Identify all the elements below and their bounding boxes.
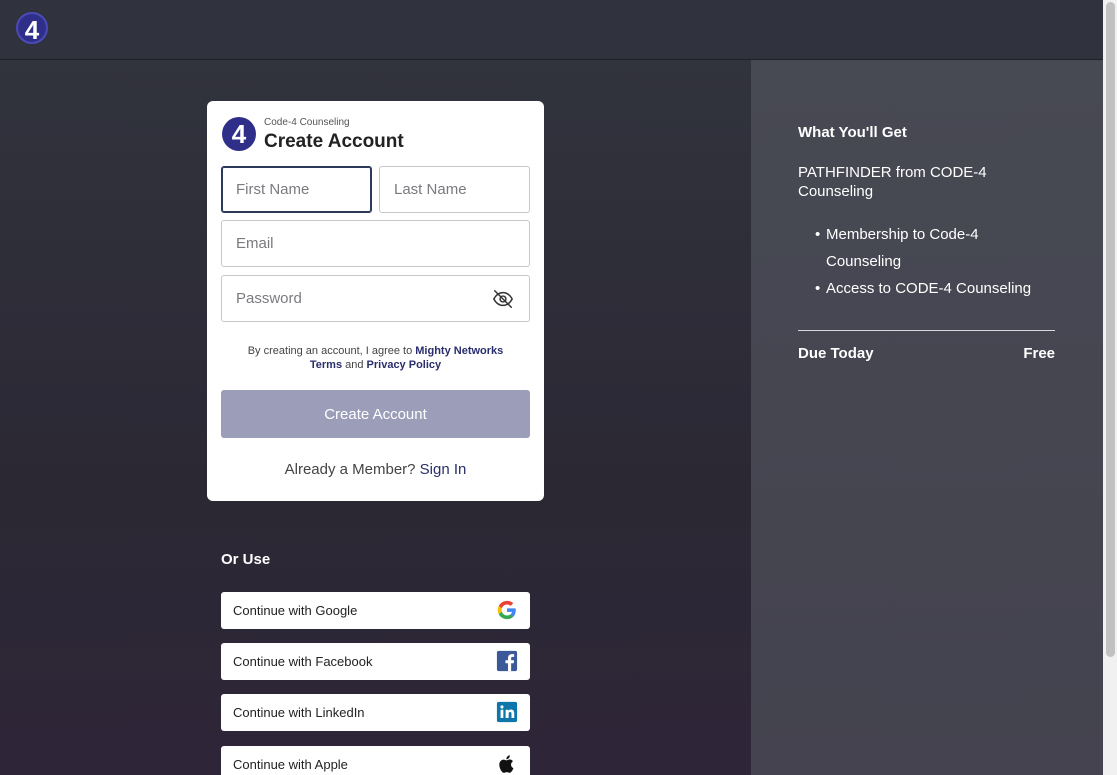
list-item: Membership to Code-4 Counseling	[815, 221, 1050, 275]
google-button-label: Continue with Google	[233, 603, 358, 618]
or-use-heading: Or Use	[221, 551, 271, 568]
top-bar: 4	[0, 0, 1103, 60]
terms-and: and	[342, 359, 367, 371]
sign-in-link[interactable]: Sign In	[420, 461, 467, 478]
facebook-button[interactable]: Continue with Facebook	[221, 643, 530, 680]
apple-icon	[499, 755, 514, 773]
member-prefix: Already a Member?	[284, 461, 420, 478]
benefits-list: Membership to Code-4 Counseling Access t…	[815, 221, 1050, 302]
terms-text: By creating an account, I agree to Might…	[237, 344, 514, 372]
brand-logo-icon[interactable]: 4	[16, 12, 48, 45]
last-name-input[interactable]	[379, 166, 530, 213]
community-name: Code-4 Counseling	[264, 117, 350, 128]
facebook-icon	[496, 650, 518, 672]
linkedin-button[interactable]: Continue with LinkedIn	[221, 694, 530, 731]
facebook-button-label: Continue with Facebook	[233, 654, 373, 669]
google-icon	[497, 600, 516, 620]
apple-button[interactable]: Continue with Apple	[221, 746, 530, 775]
product-name: PATHFINDER from CODE-4 Counseling	[798, 164, 987, 200]
eye-off-icon[interactable]	[492, 288, 514, 310]
due-today-label: Due Today	[798, 345, 874, 362]
due-today-value: Free	[1023, 345, 1055, 362]
email-input[interactable]	[221, 220, 530, 267]
community-logo-icon: 4	[222, 117, 256, 151]
page-scrollbar[interactable]	[1103, 0, 1117, 775]
list-item: Access to CODE-4 Counseling	[815, 275, 1050, 302]
card-title: Create Account	[264, 131, 404, 152]
create-account-button[interactable]: Create Account	[221, 390, 530, 438]
first-name-input[interactable]	[221, 166, 372, 213]
password-input[interactable]	[221, 275, 530, 322]
summary-title: What You'll Get	[798, 124, 907, 141]
apple-button-label: Continue with Apple	[233, 757, 348, 772]
linkedin-button-label: Continue with LinkedIn	[233, 705, 365, 720]
member-prompt: Already a Member? Sign In	[207, 461, 544, 478]
terms-prefix: By creating an account, I agree to	[247, 345, 416, 357]
linkedin-icon	[496, 701, 518, 723]
summary-divider	[798, 330, 1055, 331]
signup-card: 4 Code-4 Counseling Create Account By cr…	[207, 101, 544, 501]
google-button[interactable]: Continue with Google	[221, 592, 530, 629]
privacy-link[interactable]: Privacy Policy	[367, 359, 442, 371]
scrollbar-thumb[interactable]	[1106, 2, 1115, 657]
